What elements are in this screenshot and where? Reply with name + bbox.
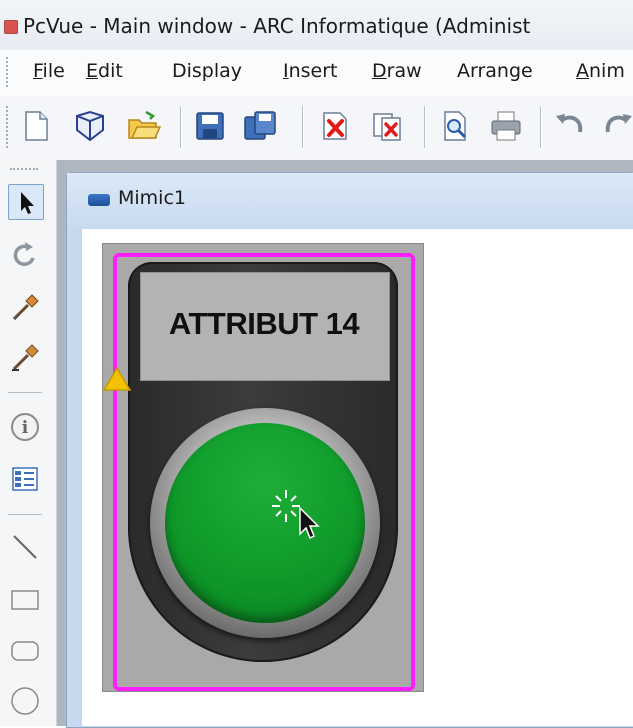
undo-icon[interactable] — [552, 108, 588, 144]
rounded-rectangle-tool-icon[interactable] — [8, 634, 42, 668]
svg-text:i: i — [22, 418, 29, 438]
menu-display[interactable]: Display — [172, 60, 242, 82]
delete-page-icon[interactable] — [370, 108, 406, 144]
line-tool-icon[interactable] — [8, 530, 42, 564]
menu-grip[interactable] — [6, 57, 11, 87]
rectangle-tool-icon[interactable] — [8, 583, 42, 617]
mimic-icon — [88, 194, 110, 206]
toolbar-separator — [180, 106, 181, 148]
info-icon[interactable]: i — [8, 410, 42, 444]
print-icon[interactable] — [488, 108, 524, 144]
save-all-icon[interactable] — [242, 108, 278, 144]
3d-view-icon[interactable] — [72, 108, 108, 144]
pipette-fill-icon[interactable] — [8, 340, 42, 374]
toolbar-separator — [8, 392, 42, 393]
menu-anim[interactable]: Anim — [576, 60, 625, 82]
new-document-icon[interactable] — [18, 108, 54, 144]
menu-arrange-label: Arrange — [457, 60, 533, 82]
menu-draw[interactable]: Draw — [372, 60, 422, 82]
properties-icon[interactable] — [8, 462, 42, 496]
selection-outline — [113, 253, 415, 691]
app-icon[interactable] — [4, 20, 18, 34]
select-arrow-icon[interactable] — [8, 184, 44, 220]
toolbar-separator — [540, 106, 541, 148]
delete-icon[interactable] — [318, 108, 354, 144]
mouse-cursor-icon — [272, 486, 328, 550]
menu-arrange[interactable]: Arrange — [457, 60, 533, 82]
open-folder-icon[interactable] — [126, 108, 162, 144]
rotate-icon[interactable] — [8, 238, 42, 272]
drawing-toolbar-grip[interactable] — [10, 168, 38, 172]
toolbar-grip[interactable] — [6, 106, 11, 148]
toolbar-separator — [424, 106, 425, 148]
print-preview-icon[interactable] — [438, 108, 474, 144]
toolbar-separator — [302, 106, 303, 148]
window-title: PcVue - Main window - ARC Informatique (… — [23, 14, 531, 38]
menu-insert[interactable]: Insert — [283, 60, 338, 82]
redo-icon[interactable] — [600, 108, 633, 144]
mimic-window-title: Mimic1 — [118, 187, 186, 209]
pipette-icon[interactable] — [8, 290, 42, 324]
ellipse-tool-icon[interactable] — [8, 684, 42, 718]
menu-edit[interactable]: Edit — [86, 60, 123, 82]
warning-icon — [102, 366, 132, 396]
save-icon[interactable] — [192, 108, 228, 144]
menu-display-label: Display — [172, 60, 243, 82]
menu-file[interactable]: File — [33, 60, 65, 82]
toolbar-separator — [8, 514, 42, 515]
